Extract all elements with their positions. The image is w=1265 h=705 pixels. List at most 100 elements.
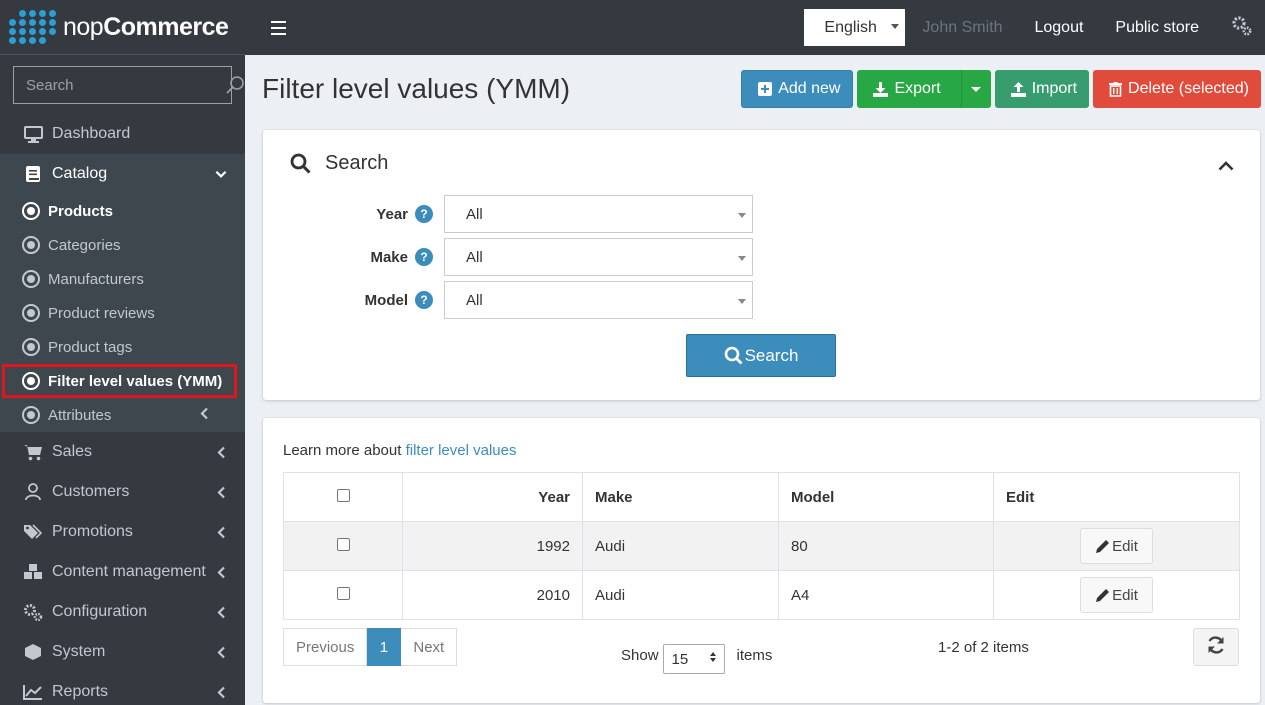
select-all-header: [283, 472, 403, 522]
sidebar-subitem-product-tags[interactable]: Product tags: [0, 330, 245, 364]
import-button[interactable]: Import: [994, 70, 1090, 108]
make-cell: Audi: [582, 521, 779, 571]
search-panel-title: Search: [325, 152, 389, 174]
gears-icon[interactable]: [1231, 15, 1253, 41]
sidebar: nopCommerce Dashboard Catalog Products C…: [0, 0, 245, 705]
brand-logo[interactable]: nopCommerce: [0, 0, 245, 55]
edit-button[interactable]: Edit: [1080, 528, 1153, 564]
search-panel-header[interactable]: Search: [290, 152, 388, 175]
sidebar-item-content-management[interactable]: Content management: [0, 552, 245, 592]
edit-cell: Edit: [993, 570, 1240, 620]
hamburger-menu-icon[interactable]: [271, 20, 293, 35]
model-label: Model: [364, 291, 408, 309]
sidebar-item-label: System: [52, 643, 106, 660]
search-icon: [290, 153, 311, 174]
delete-selected-button[interactable]: Delete (selected): [1093, 70, 1261, 108]
items-count: 1-2 of 2 items: [938, 639, 1029, 656]
help-icon[interactable]: ?: [415, 205, 433, 223]
search-button-label: Search: [744, 345, 799, 365]
sidebar-subitem-attributes[interactable]: Attributes: [0, 398, 245, 432]
sidebar-subitem-label: Product tags: [48, 338, 133, 356]
logout-link[interactable]: Logout: [1034, 19, 1083, 37]
column-header-year[interactable]: Year: [402, 472, 583, 522]
model-select[interactable]: All: [444, 281, 753, 319]
page-size-select[interactable]: 15: [662, 644, 725, 674]
year-select[interactable]: All: [444, 195, 753, 233]
delete-selected-label: Delete (selected): [1128, 80, 1249, 97]
make-label: Make: [370, 248, 408, 266]
sidebar-subitem-filter-level-values[interactable]: Filter level values (YMM): [2, 364, 237, 398]
sidebar-item-promotions[interactable]: Promotions: [0, 512, 245, 552]
up-down-icon: [709, 652, 716, 662]
help-icon[interactable]: ?: [415, 248, 433, 266]
column-header-model[interactable]: Model: [778, 472, 994, 522]
row-checkbox[interactable]: [336, 537, 350, 551]
sidebar-item-label: Reports: [52, 683, 109, 700]
public-store-link[interactable]: Public store: [1115, 19, 1199, 37]
search-button[interactable]: Search: [686, 334, 836, 377]
sidebar-subitem-product-reviews[interactable]: Product reviews: [0, 296, 245, 330]
table-row: 2010 Audi A4 Edit: [283, 570, 1240, 620]
next-page-button[interactable]: Next: [401, 628, 458, 666]
year-label: Year: [376, 205, 408, 223]
search-icon: [724, 346, 743, 365]
chevron-down-icon: [215, 168, 227, 180]
current-page-button[interactable]: 1: [367, 628, 402, 666]
chevron-left-icon: [215, 686, 227, 698]
help-icon[interactable]: ?: [415, 291, 433, 309]
sidebar-search-input[interactable]: [14, 76, 225, 94]
edit-button[interactable]: Edit: [1080, 577, 1153, 613]
sidebar-subitem-manufacturers[interactable]: Manufacturers: [0, 262, 245, 296]
sidebar-item-sales[interactable]: Sales: [0, 432, 245, 472]
pencil-icon: [1095, 588, 1110, 603]
add-new-button[interactable]: Add new: [741, 70, 854, 108]
row-checkbox[interactable]: [336, 586, 350, 600]
sidebar-subitem-products[interactable]: Products: [0, 194, 245, 228]
sidebar-item-system[interactable]: System: [0, 632, 245, 672]
cubes-icon: [22, 562, 44, 582]
sidebar-item-dashboard[interactable]: Dashboard: [0, 114, 245, 154]
edit-button-label: Edit: [1112, 537, 1138, 555]
model-filter-row: Model ? All: [263, 281, 753, 319]
export-button[interactable]: Export: [857, 70, 961, 108]
export-label: Export: [894, 80, 941, 97]
previous-page-button[interactable]: Previous: [283, 628, 368, 666]
chevron-left-icon: [215, 606, 227, 618]
download-icon: [873, 81, 889, 97]
search-panel: Search Year ? All Make ? All Model ? All…: [263, 130, 1260, 400]
search-icon[interactable]: [225, 75, 245, 95]
plus-square-icon: [758, 82, 773, 96]
sidebar-item-reports[interactable]: Reports: [0, 672, 245, 705]
refresh-button[interactable]: [1193, 628, 1239, 666]
sidebar-search: [13, 66, 244, 104]
learn-more-link[interactable]: filter level values: [406, 442, 517, 459]
chevron-left-icon: [215, 526, 227, 538]
sidebar-subitem-label: Products: [48, 202, 114, 220]
make-cell: Audi: [582, 570, 779, 620]
refresh-icon: [1206, 636, 1226, 658]
page-size-control: Show 15 items: [621, 636, 772, 674]
column-header-edit: Edit: [993, 472, 1240, 522]
book-icon: [22, 164, 44, 184]
tags-icon: [22, 522, 44, 542]
column-header-make[interactable]: Make: [582, 472, 779, 522]
sidebar-item-catalog[interactable]: Catalog: [0, 154, 245, 194]
line-chart-icon: [22, 682, 44, 702]
export-dropdown-toggle[interactable]: [960, 70, 991, 108]
sidebar-item-customers[interactable]: Customers: [0, 472, 245, 512]
user-name-link[interactable]: John Smith: [922, 19, 1002, 37]
language-select[interactable]: English: [804, 9, 906, 46]
circle-dot-icon: [22, 372, 40, 390]
chevron-left-icon: [215, 486, 227, 498]
select-all-checkbox[interactable]: [336, 488, 350, 502]
circle-dot-icon: [22, 202, 40, 220]
make-select-value: All: [466, 248, 483, 266]
sidebar-item-configuration[interactable]: Configuration: [0, 592, 245, 632]
sidebar-item-label: Customers: [52, 483, 130, 500]
sidebar-subitem-label: Categories: [48, 236, 121, 254]
sidebar-subitem-categories[interactable]: Categories: [0, 228, 245, 262]
make-select[interactable]: All: [444, 238, 753, 276]
chevron-up-icon[interactable]: [1218, 158, 1234, 175]
cart-icon: [22, 442, 44, 462]
upload-icon: [1010, 81, 1026, 97]
